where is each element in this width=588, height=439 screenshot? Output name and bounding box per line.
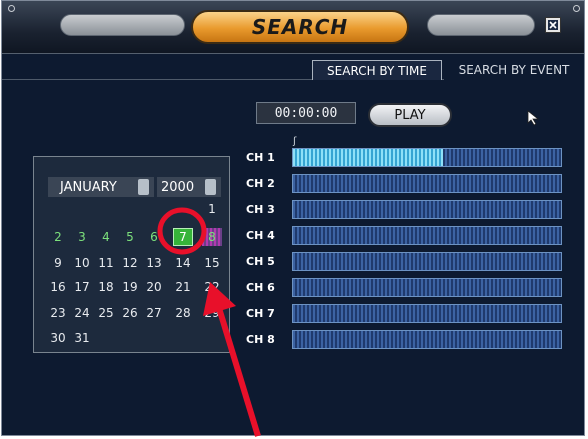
arrow-head-icon xyxy=(203,282,236,316)
annotation-overlay xyxy=(157,207,261,437)
highlight-circle xyxy=(157,207,207,255)
red-arrow-annotation xyxy=(216,307,261,437)
